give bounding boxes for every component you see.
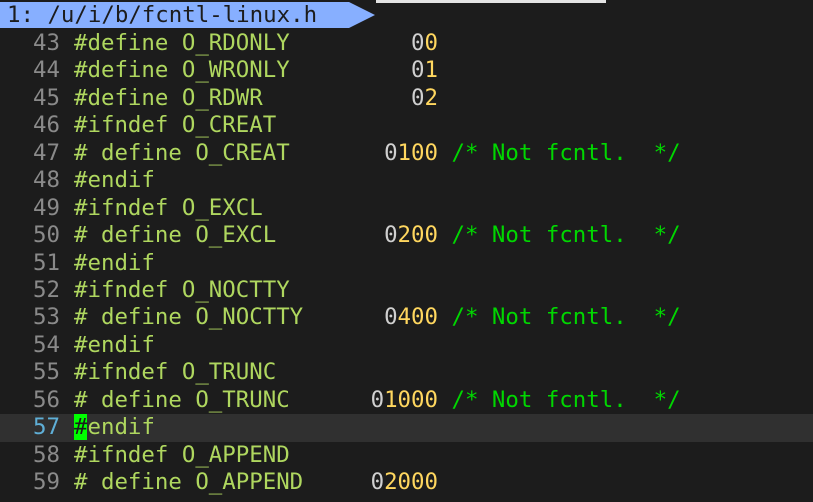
code-line[interactable]: 54 #endif	[0, 332, 813, 359]
code-line[interactable]: 49 #ifndef O_EXCL	[0, 195, 813, 222]
code-text: endif	[87, 414, 155, 441]
code-line[interactable]: 55 #ifndef O_TRUNC	[0, 359, 813, 386]
numeric-value: 1	[424, 57, 438, 84]
octal-prefix: 0	[384, 222, 398, 249]
numeric-value: 200	[397, 222, 438, 249]
code-text: #endif	[74, 167, 155, 194]
line-number: 54	[33, 331, 60, 358]
numeric-value: 2	[424, 84, 438, 111]
code-text: #ifndef O_NOCTTY	[74, 276, 290, 303]
numeric-value: 0	[424, 30, 438, 56]
line-number: 45	[33, 84, 60, 111]
tab-active[interactable]: 1: /u/i/b/fcntl-linux.h	[0, 2, 349, 28]
code-text: #define O_RDONLY	[74, 30, 412, 56]
line-number: 52	[33, 276, 60, 303]
line-number: 43	[33, 30, 60, 56]
octal-prefix: 0	[384, 139, 398, 166]
line-number: 55	[33, 359, 60, 386]
code-text: #define O_RDWR	[74, 84, 412, 111]
code-line[interactable]: 47 # define O_CREAT 0100 /* Not fcntl. */	[0, 140, 813, 167]
code-comment: /* Not fcntl. */	[438, 222, 681, 249]
code-line[interactable]: 50 # define O_EXCL 0200 /* Not fcntl. */	[0, 222, 813, 249]
numeric-value: 100	[397, 139, 438, 166]
code-line[interactable]: 46 #ifndef O_CREAT	[0, 112, 813, 139]
tabline: 1: /u/i/b/fcntl-linux.h	[0, 0, 813, 30]
editor-buffer[interactable]: 43 #define O_RDONLY 00 44 #define O_WRONLY …	[0, 30, 813, 496]
code-line[interactable]: 48 #endif	[0, 167, 813, 194]
line-number: 57	[33, 414, 60, 441]
octal-prefix: 0	[384, 304, 398, 331]
tab-arrow-icon	[349, 2, 375, 28]
octal-prefix: 0	[411, 84, 425, 111]
code-text: # define O_EXCL	[74, 222, 385, 249]
code-text: # define O_CREAT	[74, 139, 385, 166]
code-line[interactable]: 43 #define O_RDONLY 00	[0, 30, 813, 57]
code-text: # define O_NOCTTY	[74, 304, 385, 331]
numeric-value: 1000	[384, 386, 438, 413]
code-text: #ifndef O_APPEND	[74, 441, 290, 468]
line-number: 47	[33, 139, 60, 166]
code-comment: /* Not fcntl. */	[438, 304, 681, 331]
code-text: # define O_APPEND	[74, 469, 371, 495]
code-line[interactable]: 51 #endif	[0, 250, 813, 277]
numeric-value: 2000	[384, 469, 438, 495]
code-line[interactable]: 52 #ifndef O_NOCTTY	[0, 277, 813, 304]
code-line[interactable]: 59 # define O_APPEND 02000	[0, 469, 813, 496]
code-line[interactable]: 44 #define O_WRONLY 01	[0, 57, 813, 84]
line-number: 50	[33, 222, 60, 249]
code-text: #endif	[74, 249, 155, 276]
code-text: #define O_WRONLY	[74, 57, 412, 84]
code-line[interactable]: 45 #define O_RDWR 02	[0, 85, 813, 112]
line-number: 53	[33, 304, 60, 331]
line-number: 59	[33, 469, 60, 495]
code-comment: /* Not fcntl. */	[437, 386, 681, 413]
code-text: #endif	[74, 331, 155, 358]
line-number: 48	[33, 167, 60, 194]
code-line[interactable]: 57 #endif	[0, 414, 813, 442]
line-number: 58	[33, 441, 60, 468]
code-comment: /* Not fcntl. */	[438, 139, 681, 166]
line-number: 46	[33, 112, 60, 139]
cursor: #	[74, 414, 88, 441]
code-text: # define O_TRUNC	[74, 386, 371, 413]
octal-prefix: 0	[370, 469, 385, 495]
code-text: #ifndef O_TRUNC	[74, 359, 277, 386]
code-text: #ifndef O_EXCL	[74, 194, 263, 221]
line-number: 44	[33, 57, 60, 84]
numeric-value: 400	[397, 304, 438, 331]
code-line[interactable]: 56 # define O_TRUNC 01000 /* Not fcntl. *…	[0, 387, 813, 414]
octal-prefix: 0	[370, 386, 385, 413]
line-number: 56	[33, 386, 60, 413]
line-number: 49	[33, 194, 60, 221]
code-line[interactable]: 58 #ifndef O_APPEND	[0, 442, 813, 469]
octal-prefix: 0	[411, 30, 425, 56]
tabline-rule	[376, 0, 606, 3]
code-text: #ifndef O_CREAT	[74, 112, 277, 139]
octal-prefix: 0	[411, 57, 425, 84]
line-number: 51	[33, 249, 60, 276]
code-line[interactable]: 53 # define O_NOCTTY 0400 /* Not fcntl. *…	[0, 304, 813, 331]
